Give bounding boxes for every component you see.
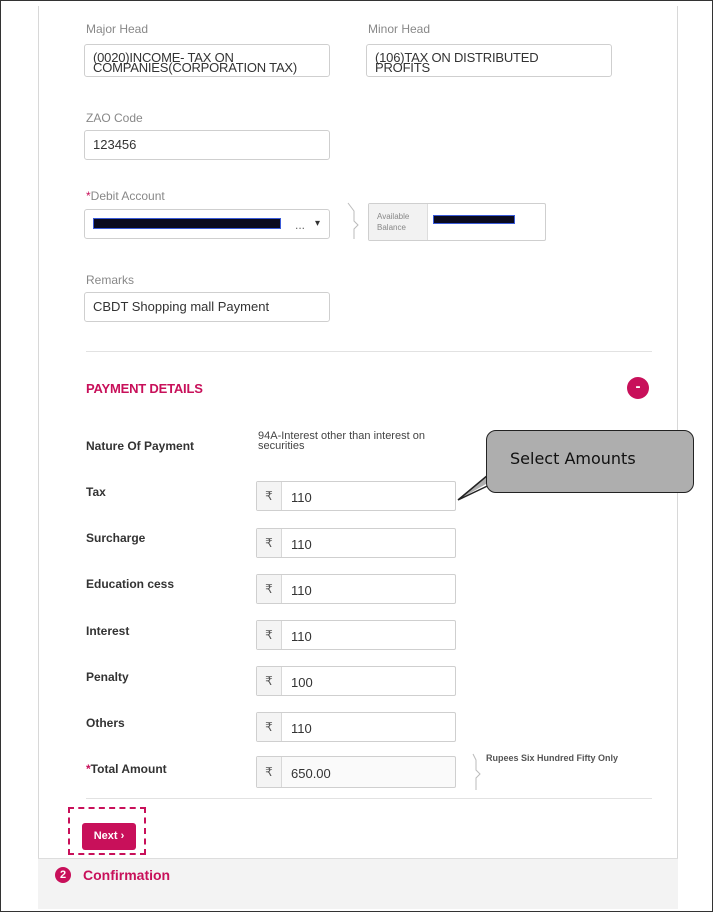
- education-cess-label: Education cess: [86, 577, 175, 591]
- rupee-icon: ₹: [257, 621, 282, 649]
- surcharge-value: 110: [291, 537, 312, 552]
- remarks-field[interactable]: CBDT Shopping mall Payment: [84, 292, 330, 322]
- rupee-icon: ₹: [257, 575, 282, 603]
- payment-details-title: PAYMENT DETAILS: [86, 381, 203, 396]
- collapse-icon[interactable]: -: [627, 377, 649, 399]
- education-cess-input[interactable]: ₹110: [256, 574, 456, 604]
- chevron-down-icon: ▾: [315, 218, 321, 229]
- surcharge-label: Surcharge: [86, 531, 146, 545]
- confirmation-step-bar[interactable]: [38, 858, 678, 909]
- rupee-icon: ₹: [257, 757, 282, 787]
- rupee-icon: ₹: [257, 529, 282, 557]
- minor-head-label: Minor Head: [368, 22, 431, 36]
- available-balance-box: Available Balance: [368, 203, 546, 241]
- penalty-value: 100: [291, 675, 313, 690]
- others-input[interactable]: ₹110: [256, 712, 456, 742]
- interest-input[interactable]: ₹110: [256, 620, 456, 650]
- major-head-field[interactable]: (0020)INCOME- TAX ON COMPANIES(CORPORATI…: [84, 44, 330, 77]
- remarks-label: Remarks: [86, 273, 135, 287]
- total-amount-field: ₹650.00: [256, 756, 456, 788]
- section-divider-bottom: [86, 798, 652, 799]
- surcharge-input[interactable]: ₹110: [256, 528, 456, 558]
- major-head-label: Major Head: [86, 22, 149, 36]
- section-divider: [86, 351, 652, 352]
- debit-account-redacted: [93, 218, 281, 229]
- zao-code-field[interactable]: 123456: [84, 130, 330, 160]
- rupee-icon: ₹: [257, 713, 282, 741]
- remarks-value: CBDT Shopping mall Payment: [93, 299, 270, 314]
- rupee-icon: ₹: [257, 482, 282, 510]
- minor-head-line2: PROFITS: [375, 60, 430, 75]
- debit-account-label: *Debit Account: [86, 189, 165, 203]
- confirmation-step-label: Confirmation: [83, 867, 171, 883]
- available-balance-label: Available Balance: [377, 212, 410, 232]
- next-button[interactable]: Next ›: [82, 823, 136, 850]
- nature-of-payment-value: 94A-Interest other than interest on secu…: [258, 430, 425, 452]
- others-value: 110: [291, 721, 312, 736]
- tax-input[interactable]: ₹110: [256, 481, 456, 511]
- education-cess-value: 110: [291, 583, 312, 598]
- penalty-input[interactable]: ₹100: [256, 666, 456, 696]
- interest-label: Interest: [86, 624, 130, 638]
- select-amounts-callout: Select Amounts: [486, 430, 694, 493]
- available-balance-redacted: [433, 215, 515, 224]
- major-head-line2: COMPANIES(CORPORATION TAX): [93, 60, 298, 75]
- debit-account-select[interactable]: ... ▾: [84, 209, 330, 239]
- bracket-divider-icon: [347, 202, 359, 239]
- bracket-divider-icon: [472, 753, 481, 790]
- debit-account-ellipsis: ...: [295, 218, 306, 232]
- total-amount-words: Rupees Six Hundred Fifty Only: [486, 753, 619, 763]
- zao-code-label: ZAO Code: [86, 111, 143, 125]
- rupee-icon: ₹: [257, 667, 282, 695]
- total-amount-label: *Total Amount: [86, 762, 167, 776]
- others-label: Others: [86, 716, 125, 730]
- minor-head-field[interactable]: (106)TAX ON DISTRIBUTED PROFITS: [366, 44, 612, 77]
- zao-code-value: 123456: [93, 137, 137, 152]
- tax-label: Tax: [86, 485, 106, 499]
- step-number-badge: 2: [55, 867, 71, 883]
- interest-value: 110: [291, 629, 312, 644]
- penalty-label: Penalty: [86, 670, 129, 684]
- tax-value: 110: [291, 490, 312, 505]
- nature-of-payment-label: Nature Of Payment: [86, 439, 195, 453]
- total-amount-value: 650.00: [291, 766, 331, 781]
